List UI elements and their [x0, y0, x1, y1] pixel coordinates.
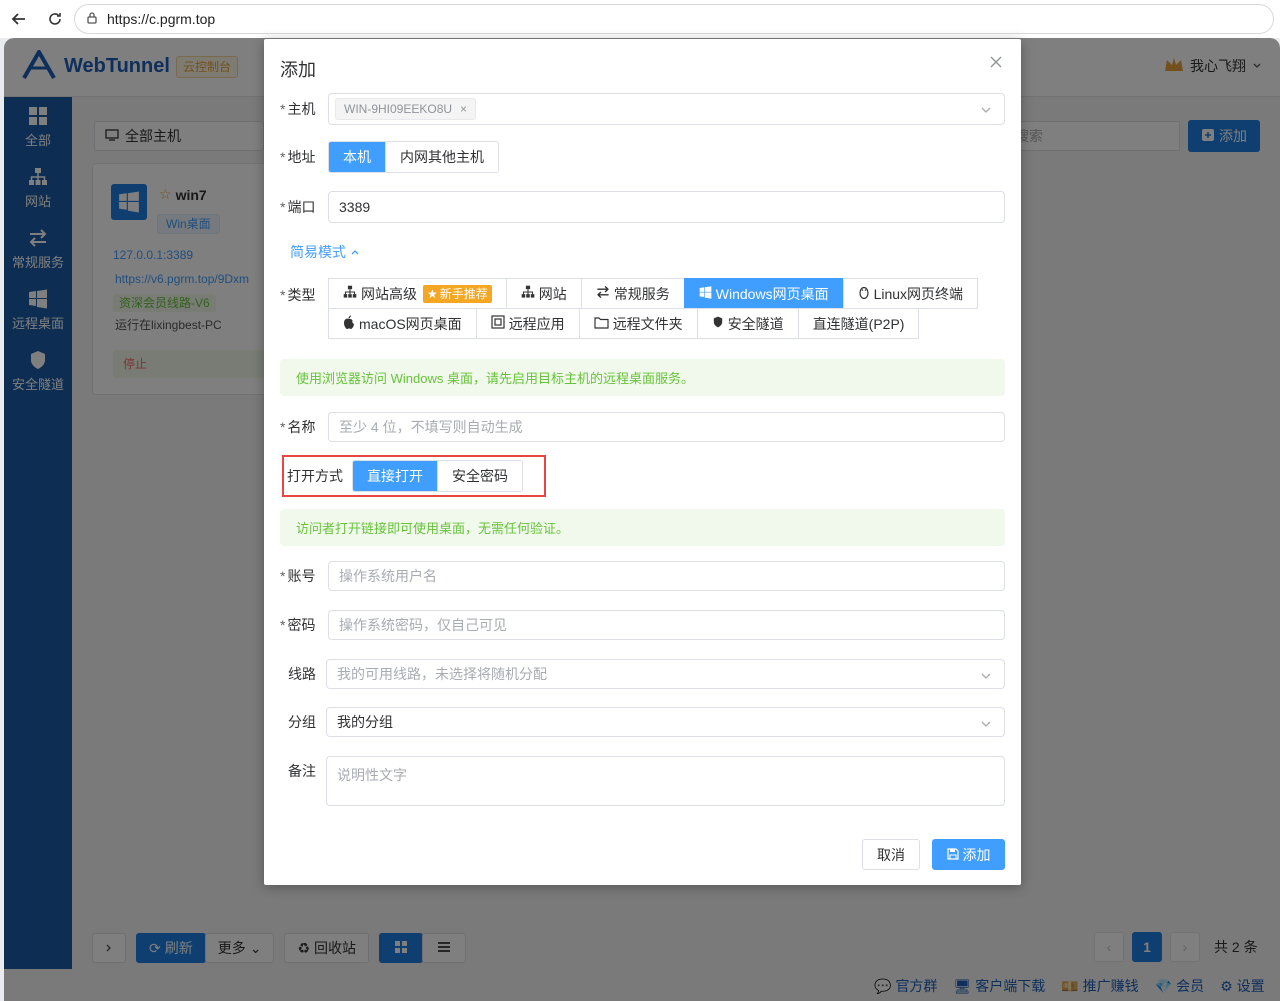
- reload-icon[interactable]: [42, 6, 68, 32]
- open-option-direct[interactable]: 直接打开: [353, 461, 438, 491]
- app-window-icon: [491, 315, 505, 332]
- account-label: * 账号: [280, 568, 316, 584]
- password-input[interactable]: 操作系统密码，仅自己可见: [328, 610, 1005, 640]
- open-method-radio-group: 直接打开 安全密码: [352, 460, 523, 492]
- host-row: * 主机: [280, 93, 328, 125]
- windows-icon: [699, 285, 712, 302]
- note-label: 备注: [288, 763, 316, 779]
- route-row: 线路: [288, 659, 316, 689]
- type-option-website[interactable]: 网站: [505, 278, 582, 309]
- tag-close-icon[interactable]: ×: [460, 102, 467, 116]
- sitemap-icon: [521, 285, 535, 302]
- password-row: * 密码: [280, 610, 328, 640]
- linux-icon: [858, 285, 870, 302]
- chevron-down-icon: [980, 717, 992, 733]
- type-option-label: macOS网页桌面: [359, 315, 462, 332]
- host-tag-label: WIN-9HI09EEKO8U: [344, 102, 453, 116]
- password-placeholder: 操作系统密码，仅自己可见: [339, 617, 507, 633]
- route-select[interactable]: 我的可用线路，未选择将随机分配: [326, 659, 1005, 689]
- chevron-down-icon: [980, 669, 992, 685]
- browser-toolbar: https://c.pgrm.top: [0, 0, 1280, 38]
- account-placeholder: 操作系统用户名: [339, 568, 437, 584]
- route-label: 线路: [288, 666, 316, 682]
- add-dialog: 添加 * 主机 WIN-9HI09EEKO8U × * 地址 本机 内网其他主机 *…: [264, 39, 1021, 885]
- address-row: * 地址: [280, 141, 328, 173]
- open-option-password[interactable]: 安全密码: [438, 461, 522, 491]
- address-option-lan[interactable]: 内网其他主机: [386, 142, 498, 172]
- name-input[interactable]: 至少 4 位，不填写则自动生成: [328, 412, 1005, 442]
- submit-label: 添加: [962, 846, 991, 863]
- type-option-p2p-tunnel[interactable]: 直连隧道(P2P): [797, 308, 920, 339]
- group-select[interactable]: 我的分组: [326, 707, 1005, 737]
- type-option-website-advanced[interactable]: 网站高级 ★ 新手推荐: [328, 278, 507, 309]
- back-icon[interactable]: [6, 6, 32, 32]
- type-option-label: 常规服务: [613, 285, 670, 302]
- port-row: * 端口: [280, 191, 328, 223]
- shield-icon: [712, 315, 724, 332]
- route-placeholder: 我的可用线路，未选择将随机分配: [337, 666, 547, 682]
- group-value: 我的分组: [337, 714, 393, 730]
- group-row: 分组: [288, 707, 316, 737]
- type-option-service[interactable]: 常规服务: [580, 278, 685, 309]
- type-option-label: 直连隧道(P2P): [812, 315, 905, 332]
- port-label: * 端口: [280, 199, 316, 215]
- type-hint: 使用浏览器访问 Windows 桌面，请先启用目标主机的远程桌面服务。: [280, 359, 1005, 396]
- name-row: * 名称: [280, 412, 328, 442]
- new-user-badge: ★ 新手推荐: [423, 284, 492, 303]
- type-label: * 类型: [280, 286, 316, 303]
- note-row: 备注: [288, 761, 316, 781]
- type-option-windows-desktop[interactable]: Windows网页桌面: [683, 278, 844, 309]
- host-label: * 主机: [280, 101, 316, 117]
- open-method-label: 打开方式: [287, 468, 343, 484]
- name-placeholder: 至少 4 位，不填写则自动生成: [339, 419, 523, 435]
- type-option-macos-desktop[interactable]: macOS网页桌面: [328, 308, 477, 339]
- type-option-remote-folder[interactable]: 远程文件夹: [578, 308, 698, 339]
- type-option-label: 网站高级: [361, 285, 417, 302]
- type-option-label: 安全隧道: [727, 315, 784, 332]
- password-label: * 密码: [280, 617, 316, 633]
- account-input[interactable]: 操作系统用户名: [328, 561, 1005, 591]
- apple-icon: [343, 315, 355, 332]
- note-textarea[interactable]: 说明性文字: [326, 756, 1005, 806]
- chevron-up-icon: [350, 244, 360, 260]
- exchange-icon: [596, 285, 610, 302]
- address-bar[interactable]: https://c.pgrm.top: [74, 4, 1274, 34]
- type-option-label: 远程文件夹: [612, 315, 683, 332]
- submit-button[interactable]: 添加: [932, 839, 1005, 870]
- type-option-linux-terminal[interactable]: Linux网页终端: [842, 278, 979, 309]
- type-row: * 类型: [280, 279, 328, 310]
- folder-icon: [594, 316, 609, 332]
- type-option-remote-app[interactable]: 远程应用: [475, 308, 580, 339]
- chevron-down-icon: [980, 103, 992, 119]
- address-label: * 地址: [280, 149, 316, 165]
- type-option-label: 网站: [538, 285, 567, 302]
- open-hint: 访问者打开链接即可使用桌面，无需任何验证。: [280, 509, 1005, 546]
- type-option-secure-tunnel[interactable]: 安全隧道: [696, 308, 799, 339]
- lock-icon: [85, 11, 99, 28]
- account-row: * 账号: [280, 561, 328, 591]
- simple-mode-toggle[interactable]: 简易模式: [290, 242, 360, 262]
- sitemap-icon: [343, 285, 357, 302]
- open-method-row: 打开方式: [287, 460, 343, 492]
- port-input[interactable]: 3389: [328, 191, 1005, 223]
- type-radio-group: 网站高级 ★ 新手推荐 网站 常规服务 Windows网页桌面 Linux网页终端: [328, 278, 980, 339]
- close-icon[interactable]: [987, 53, 1005, 71]
- type-option-label: 远程应用: [508, 315, 565, 332]
- host-tag: WIN-9HI09EEKO8U ×: [335, 98, 477, 120]
- save-icon: [946, 847, 959, 863]
- type-option-label: Linux网页终端: [873, 285, 964, 302]
- cancel-button[interactable]: 取消: [862, 839, 920, 870]
- type-option-label: Windows网页桌面: [715, 285, 829, 302]
- url-text: https://c.pgrm.top: [107, 11, 216, 27]
- name-label: * 名称: [280, 419, 316, 435]
- address-option-local[interactable]: 本机: [329, 142, 386, 172]
- star-icon: ★: [427, 286, 438, 301]
- simple-mode-label: 简易模式: [290, 244, 346, 260]
- host-select[interactable]: WIN-9HI09EEKO8U ×: [328, 93, 1005, 125]
- dialog-title: 添加: [280, 60, 316, 80]
- address-radio-group: 本机 内网其他主机: [328, 141, 499, 173]
- group-label: 分组: [288, 714, 316, 730]
